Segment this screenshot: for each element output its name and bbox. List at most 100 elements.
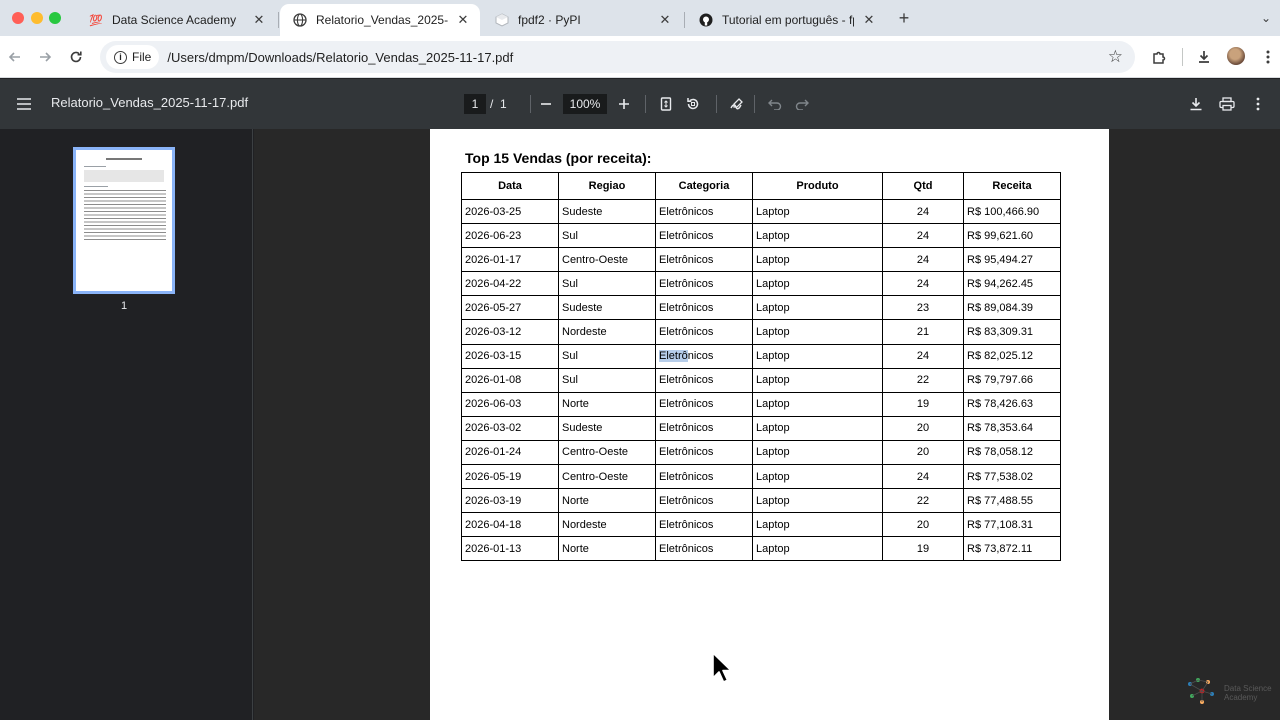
table-row: 2026-03-15 Sul Eletrônicos Laptop 24 R$ 82,02… bbox=[461, 343, 1061, 369]
close-icon[interactable]: ✕ bbox=[860, 11, 878, 29]
new-tab-button[interactable]: + bbox=[894, 8, 914, 28]
cell-data: 2026-06-23 bbox=[461, 223, 559, 249]
thumbnail-content bbox=[84, 170, 164, 182]
cell-regiao: Sudeste bbox=[558, 295, 656, 321]
cell-data: 2026-04-18 bbox=[461, 512, 559, 538]
site-info-chip[interactable]: i File bbox=[106, 45, 160, 69]
toolbar-divider bbox=[716, 95, 717, 113]
print-button[interactable] bbox=[1216, 93, 1238, 115]
cell-qtd: 19 bbox=[882, 536, 964, 562]
pdf-more-button[interactable] bbox=[1247, 93, 1269, 115]
column-header-data: Data bbox=[461, 172, 559, 200]
reload-icon bbox=[70, 51, 82, 63]
tab-tutorial-fpdf2[interactable]: Tutorial em português - fpdf2 ✕ bbox=[686, 4, 886, 36]
forward-button[interactable] bbox=[33, 45, 57, 69]
arrow-right-icon bbox=[40, 52, 52, 62]
close-icon[interactable]: ✕ bbox=[250, 11, 268, 29]
cell-receita: R$ 77,538.02 bbox=[963, 464, 1061, 490]
cell-text-rest: nicos bbox=[687, 350, 714, 363]
table-row: 2026-04-22 Sul Eletrônicos Laptop 24 R$ 94,26… bbox=[461, 271, 1061, 297]
cell-receita: R$ 100,466.90 bbox=[963, 198, 1061, 225]
cell-regiao: Centro-Oeste bbox=[558, 247, 656, 273]
cell-receita: R$ 82,025.12 bbox=[963, 343, 1061, 369]
extensions-button[interactable] bbox=[1147, 45, 1171, 69]
window-maximize-button[interactable] bbox=[49, 12, 61, 24]
cell-regiao: Sul bbox=[558, 367, 656, 393]
undo-icon bbox=[768, 99, 782, 110]
table-row: 2026-01-17 Centro-Oeste Eletrônicos Laptop 2… bbox=[461, 247, 1061, 273]
cell-regiao: Nordeste bbox=[558, 512, 656, 538]
watermark-line-2: Academy bbox=[1224, 693, 1258, 702]
table-row: 2026-01-08 Sul Eletrônicos Laptop 22 R$ 79,79… bbox=[461, 367, 1061, 393]
tab-fpdf2-pypi[interactable]: fpdf2 · PyPI ✕ bbox=[482, 4, 682, 36]
sidebar-menu-button[interactable] bbox=[13, 93, 35, 115]
page-number-input[interactable]: 1 bbox=[464, 94, 486, 114]
thumbnail-content bbox=[84, 166, 106, 167]
toolbar-divider bbox=[1182, 48, 1183, 66]
zoom-in-button[interactable] bbox=[613, 93, 635, 115]
cell-produto: Laptop bbox=[752, 319, 883, 345]
fit-page-icon bbox=[660, 97, 672, 111]
window-minimize-button[interactable] bbox=[31, 12, 43, 24]
cell-categoria: Eletrônicos bbox=[655, 488, 753, 514]
window-close-button[interactable] bbox=[12, 12, 24, 24]
toolbar-divider bbox=[754, 95, 755, 113]
cell-receita: R$ 79,797.66 bbox=[963, 367, 1061, 393]
annotate-button[interactable] bbox=[726, 93, 748, 115]
cell-regiao: Centro-Oeste bbox=[558, 439, 656, 466]
cell-produto: Laptop bbox=[752, 488, 883, 514]
cell-categoria: Eletrônicos bbox=[655, 536, 753, 562]
tab-title: Tutorial em português - fpdf2 bbox=[722, 13, 854, 27]
cell-receita: R$ 94,262.45 bbox=[963, 271, 1061, 297]
cell-categoria: Eletrônicos bbox=[655, 343, 753, 369]
browser-toolbar: i File /Users/dmpm/Downloads/Relatorio_V… bbox=[0, 36, 1280, 78]
zoom-out-button[interactable] bbox=[535, 93, 557, 115]
tab-title: Relatorio_Vendas_2025-11-17.pdf bbox=[316, 13, 448, 27]
cell-data: 2026-05-27 bbox=[461, 295, 559, 321]
pen-draw-icon bbox=[730, 98, 743, 110]
cell-regiao: Norte bbox=[558, 488, 656, 514]
rotate-icon bbox=[687, 98, 699, 110]
page-thumbnail[interactable] bbox=[73, 147, 175, 294]
tab-relatorio-pdf[interactable]: Relatorio_Vendas_2025-11-17.pdf ✕ bbox=[280, 4, 480, 36]
column-header-receita: Receita bbox=[963, 172, 1061, 200]
cell-qtd: 24 bbox=[882, 198, 964, 225]
cell-regiao: Sul bbox=[558, 223, 656, 249]
rotate-button[interactable] bbox=[682, 93, 704, 115]
table-row: 2026-03-25 Sudeste Eletrônicos Laptop 24 R$ 1… bbox=[461, 198, 1061, 225]
column-header-categoria: Categoria bbox=[655, 172, 753, 200]
thumbnail-content bbox=[84, 190, 166, 242]
table-row: 2026-03-02 Sudeste Eletrônicos Laptop 20 R$ 7… bbox=[461, 415, 1061, 441]
cell-categoria: Eletrônicos bbox=[655, 415, 753, 441]
bookmark-star-icon[interactable]: ☆ bbox=[1108, 47, 1123, 67]
watermark-line-1: Data Science bbox=[1224, 684, 1272, 693]
reload-button[interactable] bbox=[64, 45, 88, 69]
close-icon[interactable]: ✕ bbox=[656, 11, 674, 29]
pypi-cube-icon bbox=[494, 12, 510, 28]
profile-avatar[interactable] bbox=[1227, 47, 1245, 65]
more-vertical-icon bbox=[1256, 97, 1260, 111]
cell-produto: Laptop bbox=[752, 198, 883, 225]
tab-search-button[interactable]: ⌄ bbox=[1256, 8, 1276, 28]
fit-to-page-button[interactable] bbox=[655, 93, 677, 115]
cell-receita: R$ 78,353.64 bbox=[963, 415, 1061, 441]
tab-data-science-academy[interactable]: 💯 Data Science Academy ✕ bbox=[76, 4, 276, 36]
undo-button[interactable] bbox=[764, 93, 786, 115]
back-button[interactable] bbox=[3, 45, 27, 69]
address-bar[interactable]: i File /Users/dmpm/Downloads/Relatorio_V… bbox=[100, 41, 1135, 73]
browser-menu-button[interactable] bbox=[1256, 45, 1280, 69]
table-row: 2026-05-27 Sudeste Eletrônicos Laptop 23 R$ 8… bbox=[461, 295, 1061, 321]
zoom-level-input[interactable]: 100% bbox=[563, 94, 607, 114]
cell-data: 2026-03-02 bbox=[461, 415, 559, 441]
url-text[interactable]: /Users/dmpm/Downloads/Relatorio_Vendas_2… bbox=[167, 50, 513, 65]
redo-button[interactable] bbox=[791, 93, 813, 115]
page-separator: / bbox=[490, 97, 494, 111]
cell-regiao: Norte bbox=[558, 391, 656, 417]
arrow-left-icon bbox=[8, 52, 20, 62]
cell-qtd: 19 bbox=[882, 391, 964, 417]
pdf-download-button[interactable] bbox=[1185, 93, 1207, 115]
column-header-regiao: Regiao bbox=[558, 172, 656, 200]
downloads-button[interactable] bbox=[1192, 45, 1216, 69]
close-icon[interactable]: ✕ bbox=[454, 11, 472, 29]
cell-data: 2026-03-19 bbox=[461, 488, 559, 514]
